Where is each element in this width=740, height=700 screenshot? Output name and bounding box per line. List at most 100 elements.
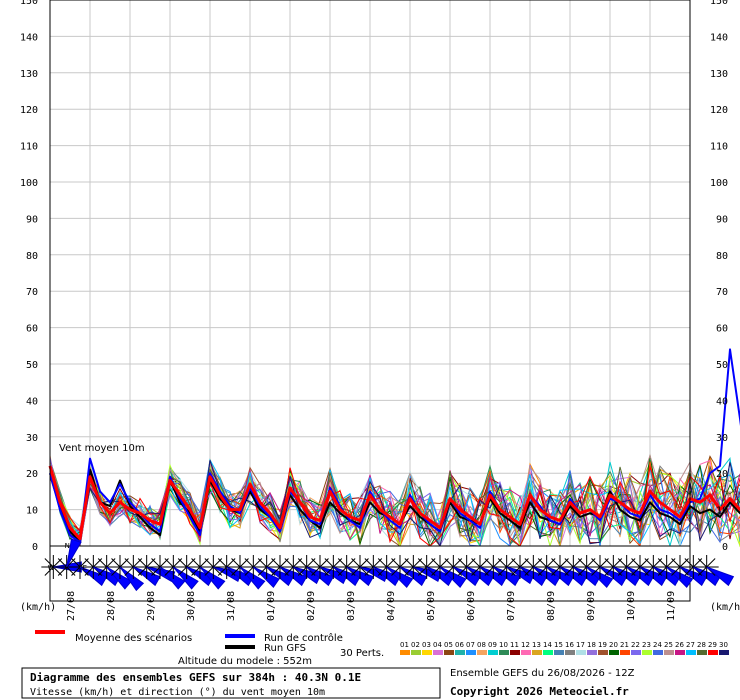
perturbation-legend-label: 06 (455, 641, 464, 649)
y-tick-label-right: 130 (710, 69, 728, 80)
y-tick-label-right: 60 (716, 324, 728, 335)
perturbation-legend-swatch (433, 650, 443, 655)
y-tick-label-left: 130 (20, 69, 38, 80)
y-axis-ticks: 0 0 10 10 20 20 30 30 40 40 50 50 60 60 70 70 80 80 90 90 10… (20, 0, 728, 553)
perturbation-legend-swatch (488, 650, 498, 655)
date-tick-label: 01/09 (266, 591, 277, 621)
perturbation-legend-label: 15 (554, 641, 563, 649)
perturbation-legend-swatch (510, 650, 520, 655)
y-tick-label-left: 10 (26, 506, 38, 517)
perturbation-legend-swatch (543, 650, 553, 655)
y-tick-label-right: 80 (716, 251, 728, 262)
perturbation-legend-label: 01 (400, 641, 409, 649)
perturbation-legend-label: 28 (697, 641, 706, 649)
perturbation-legend-label: 29 (708, 641, 717, 649)
date-tick-label: 03/09 (346, 591, 357, 621)
perturbation-legend-swatch (598, 650, 608, 655)
perturbation-legend-swatch (675, 650, 685, 655)
perturbation-legend-label: 20 (609, 641, 618, 649)
compass-letter-east: E (83, 564, 87, 572)
y-tick-label-left: 100 (20, 178, 38, 189)
y-tick-label-left: 90 (26, 214, 38, 225)
date-tick-label: 27/08 (66, 591, 77, 621)
perturbation-legend-label: 10 (499, 641, 508, 649)
perturbation-legend: 30 Perts.01 02 03 04 05 06 07 08 09 10 11 12 13 14 15 1… (340, 641, 729, 659)
perturbation-legend-swatch (554, 650, 564, 655)
y-tick-label-left: 120 (20, 105, 38, 116)
perturbation-legend-label: 23 (642, 641, 651, 649)
date-tick-label: 05/09 (426, 591, 437, 621)
date-tick-label: 10/09 (626, 591, 637, 621)
perturbation-legend-label: 12 (521, 641, 530, 649)
run-info: Ensemble GEFS du 26/08/2026 - 12Z (450, 668, 635, 679)
y-tick-label-right: 30 (716, 433, 728, 444)
chart-legend: Moyenne des scénarios Run de contrôleRun … (35, 630, 343, 654)
perturbation-legend-swatch (697, 650, 707, 655)
perturbation-legend-label: 14 (543, 641, 552, 649)
perturbation-legend-swatch (576, 650, 586, 655)
y-tick-label-right: 140 (710, 32, 728, 43)
legend-label-gfs: Run GFS (264, 643, 306, 654)
y-tick-label-right: 40 (716, 396, 728, 407)
perturbation-legend-label: 30 (719, 641, 728, 649)
perturbation-legend-label: 17 (576, 641, 585, 649)
y-tick-label-right: 70 (716, 287, 728, 298)
perturbation-legend-label: 07 (466, 641, 475, 649)
perturbation-legend-swatch (455, 650, 465, 655)
perturbation-legend-swatch (609, 650, 619, 655)
perturbation-legend-swatch (521, 650, 531, 655)
altitude-label: Altitude du modele : 552m (178, 656, 312, 667)
chart-subtitle: Vitesse (km/h) et direction (°) du vent … (30, 687, 325, 698)
date-tick-label: 07/09 (506, 591, 517, 621)
perturbation-legend-label: 03 (422, 641, 431, 649)
perturbation-legend-label: 24 (653, 641, 662, 649)
y-tick-label-right: 110 (710, 142, 728, 153)
perturbation-legend-label: 04 (433, 641, 442, 649)
y-tick-label-left: 70 (26, 287, 38, 298)
date-tick-label: 06/09 (466, 591, 477, 621)
perturbation-legend-swatch (631, 650, 641, 655)
y-tick-label-left: 140 (20, 32, 38, 43)
perturbation-legend-label: 16 (565, 641, 574, 649)
y-tick-label-right: 20 (716, 469, 728, 480)
perturbation-legend-swatch (719, 650, 729, 655)
perturbation-legend-swatch (686, 650, 696, 655)
date-tick-label: 04/09 (386, 591, 397, 621)
date-tick-label: 08/09 (546, 591, 557, 621)
y-tick-label-right: 0 (722, 542, 728, 553)
gefs-ensemble-chart: Vent moyen 10m 0 010 1020 2030 3040 4050 5060 6… (20, 0, 740, 699)
perturbation-legend-label: 11 (510, 641, 519, 649)
perturbation-legend-label: 25 (664, 641, 673, 649)
date-tick-label: 30/08 (186, 591, 197, 621)
perturbation-legend-swatch (532, 650, 542, 655)
y-tick-label-left: 50 (26, 360, 38, 371)
y-tick-label-right: 150 (710, 0, 728, 7)
y-tick-label-right: 10 (716, 506, 728, 517)
perturbation-legend-swatch (664, 650, 674, 655)
perturbation-legend-swatch (466, 650, 476, 655)
perturbation-legend-label: 22 (631, 641, 640, 649)
perturbation-legend-label: 27 (686, 641, 695, 649)
perturbation-legend-swatch (444, 650, 454, 655)
y-tick-label-left: 80 (26, 251, 38, 262)
perturbation-legend-swatch (411, 650, 421, 655)
perturbation-legend-swatch (400, 650, 410, 655)
date-tick-label: 09/09 (586, 591, 597, 621)
perturbation-legend-swatch (587, 650, 597, 655)
y-tick-label-right: 120 (710, 105, 728, 116)
y-tick-label-right: 50 (716, 360, 728, 371)
perturbation-legend-label: 08 (477, 641, 486, 649)
in-plot-label: Vent moyen 10m (59, 443, 145, 454)
y-tick-label-left: 150 (20, 0, 38, 7)
y-unit-right: (km/h) (710, 602, 740, 613)
date-tick-label: 02/09 (306, 591, 317, 621)
perturbation-legend-label: 21 (620, 641, 629, 649)
date-tick-label: 28/08 (106, 591, 117, 621)
y-tick-label-right: 100 (710, 178, 728, 189)
y-tick-label-left: 0 (32, 542, 38, 553)
perturbation-legend-swatch (499, 650, 509, 655)
compass-letter-north: N (65, 542, 70, 550)
date-tick-label: 29/08 (146, 591, 157, 621)
chart-title: Diagramme des ensembles GEFS sur 384h : … (30, 671, 361, 684)
y-tick-label-left: 40 (26, 396, 38, 407)
